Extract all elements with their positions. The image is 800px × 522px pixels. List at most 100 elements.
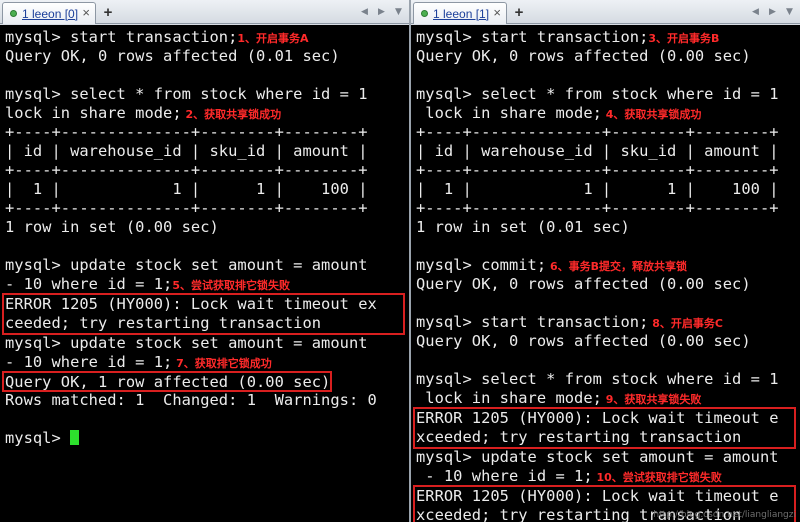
terminal-line: +----+--------------+--------+--------+ xyxy=(5,123,409,142)
terminal-line: Query OK, 0 rows affected (0.01 sec) xyxy=(5,47,409,66)
terminal-line: Query OK, 0 rows affected (0.00 sec) xyxy=(416,47,800,66)
terminal-line: | id | warehouse_id | sku_id | amount | xyxy=(5,142,409,161)
terminal-line: +----+--------------+--------+--------+ xyxy=(5,199,409,218)
terminal-text: +----+--------------+--------+--------+ xyxy=(5,161,368,179)
step-annotation: 2、获取共享锁成功 xyxy=(181,108,282,121)
terminal-text: | id | warehouse_id | sku_id | amount | xyxy=(416,142,779,160)
terminal-text: mysql> select * from stock where id = 1 xyxy=(416,370,779,388)
step-annotation: 1、开启事务A xyxy=(237,32,309,45)
terminal-text: Query OK, 0 rows affected (0.00 sec) xyxy=(416,275,751,293)
terminal-line: lock in share mode; 4、获取共享锁成功 xyxy=(416,104,800,123)
terminal-text: ERROR 1205 (HY000): Lock wait timeout e xyxy=(416,487,779,505)
terminal-line: Query OK, 0 rows affected (0.00 sec) xyxy=(416,275,800,294)
terminal-line: | 1 | 1 | 1 | 100 | xyxy=(5,180,409,199)
tab-list-icon[interactable]: ▼ xyxy=(782,4,797,19)
terminal-text: +----+--------------+--------+--------+ xyxy=(416,161,779,179)
terminal-line: Rows matched: 1 Changed: 1 Warnings: 0 xyxy=(5,391,409,410)
terminal-text: +----+--------------+--------+--------+ xyxy=(5,199,368,217)
terminal-text: mysql> select * from stock where id = 1 xyxy=(416,85,779,103)
terminal-text: mysql> start transaction; xyxy=(416,313,649,331)
terminal-text: mysql> commit; xyxy=(416,256,547,274)
close-icon[interactable]: × xyxy=(82,5,90,20)
scroll-right-icon[interactable]: ▶ xyxy=(765,4,780,19)
terminal-line: ERROR 1205 (HY000): Lock wait timeout ex xyxy=(5,295,403,314)
step-annotation: 9、获取共享锁失败 xyxy=(601,393,702,406)
terminal-text: - 10 where id = 1; xyxy=(416,467,593,485)
terminal-text: ERROR 1205 (HY000): Lock wait timeout ex xyxy=(5,295,377,313)
cursor-block xyxy=(70,430,80,445)
tab-session-1[interactable]: 1 leeon [1] × xyxy=(413,2,507,24)
terminal-line: | id | warehouse_id | sku_id | amount | xyxy=(416,142,800,161)
terminal-text: mysql> update stock set amount = amount xyxy=(5,256,368,274)
terminal-line: Query OK, 0 rows affected (0.00 sec) xyxy=(416,332,800,351)
terminal-text: mysql> start transaction; xyxy=(416,28,649,46)
step-annotation: 6、事务B提交，释放共享锁 xyxy=(546,260,688,273)
terminal-text: lock in share mode; xyxy=(5,104,182,122)
terminal-line: mysql> select * from stock where id = 1 xyxy=(416,85,800,104)
terminal-line: ERROR 1205 (HY000): Lock wait timeout e xyxy=(416,409,794,428)
terminal-line: mysql> start transaction;1、开启事务A xyxy=(5,28,409,47)
terminal-text: xceeded; try restarting transaction xyxy=(416,428,742,446)
terminal-line: ceeded; try restarting transaction xyxy=(5,314,403,333)
terminal-text: | 1 | 1 | 1 | 100 | xyxy=(416,180,779,198)
terminal-line: mysql> select * from stock where id = 1 xyxy=(416,370,800,389)
terminal-line: xceeded; try restarting transaction xyxy=(416,428,794,447)
terminal-text: mysql> select * from stock where id = 1 xyxy=(5,85,368,103)
new-tab-button[interactable]: + xyxy=(98,3,118,21)
terminal-text: - 10 where id = 1; xyxy=(5,353,173,371)
terminal-line: mysql> xyxy=(5,429,409,448)
terminal-line: mysql> start transaction;3、开启事务B xyxy=(416,28,800,47)
terminal-text: | id | warehouse_id | sku_id | amount | xyxy=(5,142,368,160)
terminal-line: - 10 where id = 1;5、尝试获取排它锁失败 xyxy=(5,275,409,294)
terminal-text: mysql> xyxy=(5,429,71,447)
terminal-line: mysql> update stock set amount = amount xyxy=(5,256,409,275)
session-status-icon xyxy=(421,10,428,17)
highlight-box: ERROR 1205 (HY000): Lock wait timeout ex… xyxy=(413,407,796,449)
terminal-text: +----+--------------+--------+--------+ xyxy=(5,123,368,141)
step-annotation: 4、获取共享锁成功 xyxy=(601,108,702,121)
scroll-left-icon[interactable]: ◀ xyxy=(748,4,763,19)
terminal-text: +----+--------------+--------+--------+ xyxy=(416,123,779,141)
scroll-right-icon[interactable]: ▶ xyxy=(374,4,389,19)
terminal-text: ERROR 1205 (HY000): Lock wait timeout e xyxy=(416,409,779,427)
terminal-line: ERROR 1205 (HY000): Lock wait timeout e xyxy=(416,487,794,506)
highlight-box: ERROR 1205 (HY000): Lock wait timeout ex… xyxy=(2,293,405,335)
terminal-text: +----+--------------+--------+--------+ xyxy=(416,199,779,217)
step-annotation: 5、尝试获取排它锁失败 xyxy=(172,279,290,292)
tab-bar-left: 1 leeon [0] × + ◀ ▶ ▼ xyxy=(0,0,409,24)
terminal-line: mysql> commit; 6、事务B提交，释放共享锁 xyxy=(416,256,800,275)
terminal-line: +----+--------------+--------+--------+ xyxy=(416,199,800,218)
terminal-text: Rows matched: 1 Changed: 1 Warnings: 0 xyxy=(5,391,377,409)
terminal-text: 1 row in set (0.01 sec) xyxy=(416,218,630,236)
tab-label: 1 leeon [0] xyxy=(22,6,79,21)
terminal-text: | 1 | 1 | 1 | 100 | xyxy=(5,180,368,198)
tab-session-0[interactable]: 1 leeon [0] × xyxy=(2,2,96,24)
tab-label: 1 leeon [1] xyxy=(433,6,490,21)
close-icon[interactable]: × xyxy=(493,5,501,20)
highlight-box: Query OK, 1 row affected (0.00 sec) xyxy=(2,371,333,392)
terminal-line: lock in share mode; 2、获取共享锁成功 xyxy=(5,104,409,123)
terminal-line: +----+--------------+--------+--------+ xyxy=(5,161,409,180)
terminal-output-left[interactable]: mysql> start transaction;1、开启事务A Query OK… xyxy=(0,25,409,522)
new-tab-button[interactable]: + xyxy=(509,3,529,21)
terminal-line: +----+--------------+--------+--------+ xyxy=(416,123,800,142)
terminal-text: - 10 where id = 1; xyxy=(5,275,173,293)
terminal-text: mysql> update stock set amount = amount xyxy=(5,334,368,352)
terminal-line: Query OK, 1 row affected (0.00 sec) xyxy=(5,373,330,392)
session-status-icon xyxy=(10,10,17,17)
terminal-line: mysql> start transaction; 8、开启事务C xyxy=(416,313,800,332)
terminal-line: - 10 where id = 1; 10、尝试获取排它锁失败 xyxy=(416,467,800,486)
scroll-left-icon[interactable]: ◀ xyxy=(357,4,372,19)
tab-list-icon[interactable]: ▼ xyxy=(391,4,406,19)
terminal-line: mysql> select * from stock where id = 1 xyxy=(5,85,409,104)
terminal-line: mysql> update stock set amount = amount xyxy=(5,334,409,353)
terminal-output-right[interactable]: mysql> start transaction;3、开启事务B Query OK… xyxy=(411,25,800,522)
terminal-text: lock in share mode; xyxy=(416,104,602,122)
terminal-text: ceeded; try restarting transaction xyxy=(5,314,322,332)
